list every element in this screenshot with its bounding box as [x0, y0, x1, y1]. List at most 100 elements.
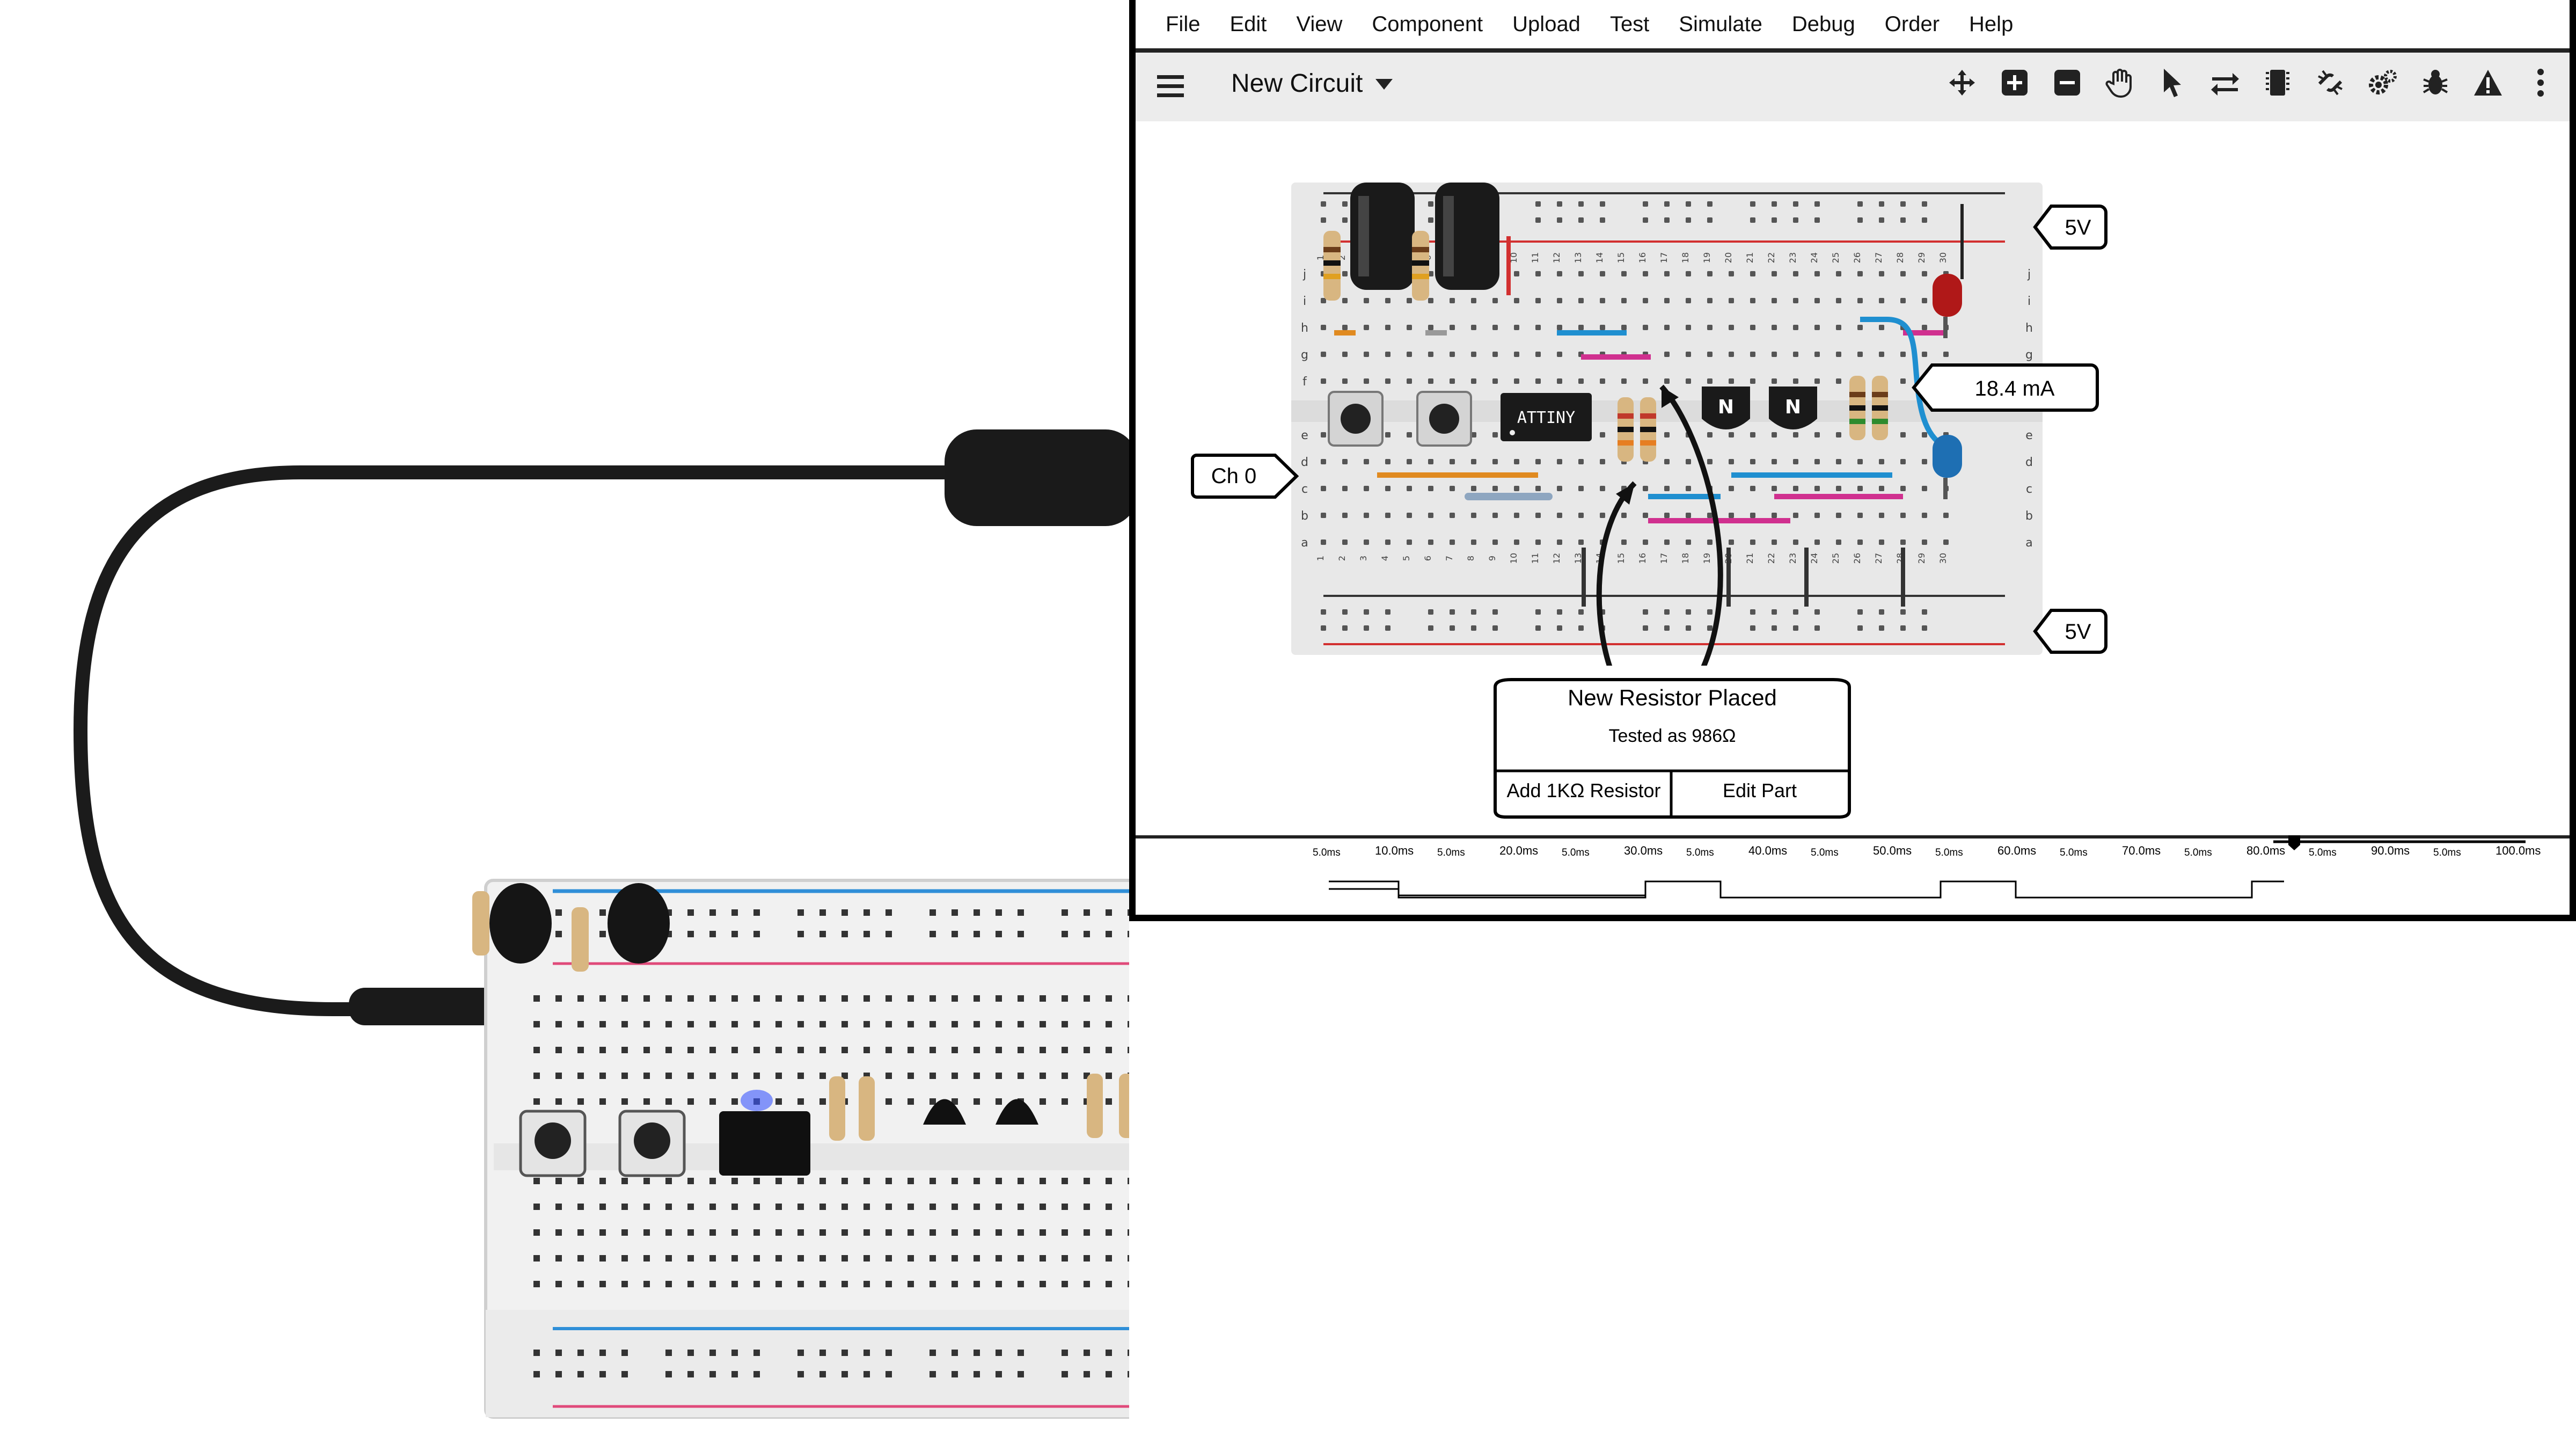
timeline-minor-tick: 5.0ms [2060, 847, 2088, 858]
row-label: j [1302, 268, 1306, 281]
transistor-1-label: N [1718, 396, 1734, 418]
column-label: 19 [1702, 252, 1712, 263]
pushbutton-2[interactable] [1416, 391, 1472, 447]
menu-upload[interactable]: Upload [1512, 12, 1580, 37]
timeline-panel: 5.0ms 10.0ms 5.0ms 20.0ms 5.0ms 30.0ms 5.0ms 40… [1136, 835, 2570, 918]
capacitor-2[interactable] [1435, 183, 1499, 290]
column-label: 2 [1337, 556, 1347, 561]
circuit-name-label: New Circuit [1231, 69, 1363, 98]
row-label: c [2026, 483, 2032, 496]
chip-icon[interactable] [2259, 64, 2296, 101]
timeline-waveform [1329, 880, 2284, 899]
circuit-editor-window: File Edit View Component Upload Test Sim… [1129, 0, 2576, 921]
column-label: 26 [1852, 252, 1862, 263]
settings-icon[interactable] [2365, 64, 2401, 101]
edit-part-button[interactable]: Edit Part [1672, 779, 1847, 802]
timeline-major-tick: 40.0ms [1748, 844, 1788, 857]
disconnect-icon[interactable] [2312, 64, 2348, 101]
menu-order[interactable]: Order [1885, 12, 1940, 37]
move-icon[interactable] [1944, 64, 1980, 101]
timeline-major-tick: 70.0ms [2122, 844, 2161, 857]
circuit-canvas[interactable]: 1122334455667788991010111112121313141415… [1136, 121, 2570, 835]
channel-label: Ch 0 [1211, 464, 1257, 488]
warning-icon[interactable] [2470, 64, 2506, 101]
column-label: 4 [1380, 556, 1390, 561]
resistor[interactable] [1872, 376, 1888, 440]
resistor[interactable] [1323, 231, 1341, 301]
timeline-minor-tick: 5.0ms [1686, 847, 1714, 858]
hand-icon[interactable] [2102, 64, 2138, 101]
row-label: g [2025, 348, 2033, 362]
row-label: i [2028, 295, 2031, 308]
menu-view[interactable]: View [1296, 12, 1342, 37]
attiny-chip[interactable]: ATTINY [1501, 393, 1592, 441]
zoom-out-icon[interactable] [2049, 64, 2085, 101]
zoom-in-icon[interactable] [1996, 64, 2033, 101]
swap-icon[interactable] [2207, 64, 2243, 101]
row-label: a [2025, 536, 2032, 550]
menu-debug[interactable]: Debug [1792, 12, 1855, 37]
pushbutton-1[interactable] [1328, 391, 1384, 447]
column-label: 16 [1637, 252, 1648, 263]
column-label: 15 [1616, 553, 1626, 564]
column-label: 21 [1745, 252, 1755, 263]
attiny-label: ATTINY [1517, 409, 1575, 427]
column-label: 14 [1594, 252, 1605, 263]
column-label: 28 [1895, 252, 1905, 263]
transistor-1[interactable]: N [1702, 387, 1750, 429]
row-label: e [2025, 429, 2033, 442]
menu-help[interactable]: Help [1969, 12, 2013, 37]
voltage-label-bottom: 5V [2065, 619, 2091, 644]
column-label: 22 [1766, 553, 1776, 564]
row-label: e [1301, 429, 1308, 442]
resistor[interactable] [1412, 231, 1429, 301]
menu-edit[interactable]: Edit [1230, 12, 1267, 37]
timeline-minor-tick: 5.0ms [1437, 847, 1465, 858]
row-label: d [1301, 456, 1308, 469]
resistor[interactable] [1640, 397, 1656, 462]
row-label: d [2025, 456, 2033, 469]
column-label: 11 [1530, 553, 1540, 564]
chevron-down-icon [1375, 78, 1393, 90]
resistor[interactable] [1849, 376, 1865, 440]
column-label: 5 [1401, 556, 1411, 561]
timeline-major-tick: 80.0ms [2246, 844, 2286, 857]
row-label: b [1301, 509, 1308, 523]
column-label: 9 [1487, 556, 1497, 561]
resistor[interactable] [1618, 397, 1634, 462]
column-label: 18 [1680, 252, 1690, 263]
menu-test[interactable]: Test [1610, 12, 1649, 37]
transistor-2-label: N [1785, 396, 1801, 418]
bug-icon[interactable] [2417, 64, 2454, 101]
add-resistor-button[interactable]: Add 1KΩ Resistor [1496, 779, 1671, 802]
timeline-major-tick: 20.0ms [1499, 844, 1539, 857]
breadboard-photo [73, 429, 1129, 1419]
column-label: 21 [1745, 553, 1755, 564]
column-label: 29 [1916, 252, 1927, 263]
column-label: 15 [1616, 252, 1626, 263]
toolbar: New Circuit [1136, 53, 2570, 121]
column-label: 23 [1788, 252, 1798, 263]
column-label: 22 [1766, 252, 1776, 263]
menu-simulate[interactable]: Simulate [1679, 12, 1762, 37]
column-label: 19 [1702, 553, 1712, 564]
virtual-breadboard[interactable]: 1122334455667788991010111112121313141415… [1291, 183, 2043, 666]
menu-file[interactable]: File [1166, 12, 1200, 37]
more-icon[interactable] [2522, 64, 2559, 101]
timeline-major-tick: 60.0ms [1997, 844, 2037, 857]
column-label: 18 [1680, 553, 1690, 564]
timeline-minor-tick: 5.0ms [1313, 847, 1341, 858]
row-label: a [1301, 536, 1308, 550]
row-label: h [2025, 322, 2033, 335]
column-label: 13 [1573, 252, 1583, 263]
pointer-icon[interactable] [2154, 64, 2191, 101]
transistor-2[interactable]: N [1769, 387, 1817, 429]
timeline-major-tick: 30.0ms [1624, 844, 1663, 857]
circuit-name-dropdown[interactable]: New Circuit [1231, 69, 1395, 98]
column-label: 24 [1809, 553, 1819, 564]
menu-component[interactable]: Component [1372, 12, 1483, 37]
dialog-subtitle: Tested as 986Ω [1608, 726, 1736, 746]
hamburger-menu-icon[interactable] [1157, 73, 1184, 100]
menu-bar: File Edit View Component Upload Test Sim… [1136, 0, 2570, 53]
capacitor-1[interactable] [1350, 183, 1415, 290]
